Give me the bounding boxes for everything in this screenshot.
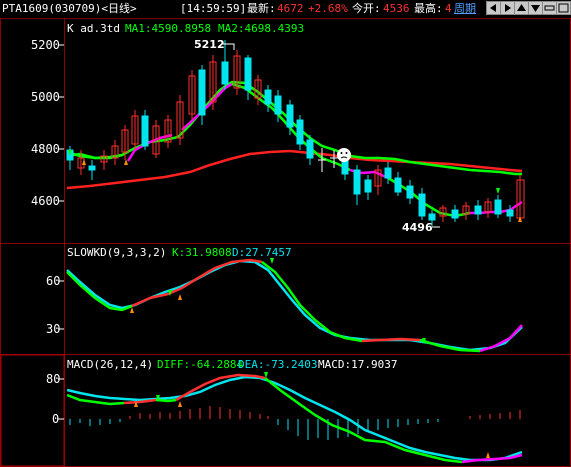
down-arrow-icon[interactable] — [528, 1, 543, 15]
kd-k-value: K:31.9808 — [172, 246, 232, 259]
left-arrow-icon[interactable] — [486, 1, 501, 15]
trough-price-label: 4496 — [402, 221, 433, 234]
time-label: [14:59:59] — [180, 2, 247, 15]
last-price-label: 最新: — [247, 2, 276, 15]
peak-price-label: 5212 — [194, 38, 225, 51]
y-tick-4600: 4600 — [31, 194, 60, 208]
open-label: 今开: — [352, 2, 381, 15]
symbol-label[interactable]: PTA1609(030709)<日线> — [2, 2, 137, 15]
y-tick-4800: 4800 — [31, 142, 60, 156]
right-arrow-icon[interactable] — [500, 1, 515, 15]
smiley-icon — [337, 148, 351, 162]
ma2-value: MA2:4698.4393 — [218, 22, 304, 35]
main-panel-title: K ad.3td — [67, 22, 120, 35]
annotation-leaders — [222, 43, 440, 228]
change-percent: +2.68% — [308, 2, 348, 15]
macd-diff-value: DIFF:-64.2884 — [157, 358, 243, 371]
y-tick-5000: 5000 — [31, 90, 60, 104]
high-label: 最高: — [414, 2, 443, 15]
macd-panel-title: MACD(26,12,4) — [67, 358, 153, 371]
period-button[interactable]: 周期 — [454, 2, 476, 15]
high-value: 4 — [445, 2, 452, 15]
ma1-value: MA1:4590.8958 — [125, 22, 211, 35]
macd-dea-value: DEA:-73.2403 — [238, 358, 317, 371]
macd-signal-arrows — [134, 372, 490, 458]
macd-lines — [66, 373, 523, 464]
open-value: 4536 — [383, 2, 410, 15]
kd-panel-title: SLOWKD(9,3,3,2) — [67, 246, 166, 259]
up-arrow-icon[interactable] — [514, 1, 529, 15]
zoom-out-icon[interactable] — [542, 1, 557, 15]
stock-chart[interactable]: 5200 5000 4800 4600 60 30 80 0 K ad.3td … — [0, 18, 571, 467]
macd-hist-value: MACD:17.9037 — [318, 358, 397, 371]
zoom-in-icon[interactable] — [556, 1, 571, 15]
kd-d-value: D:27.7457 — [232, 246, 292, 259]
macd-histogram — [69, 406, 521, 440]
kd-signal-arrows — [130, 258, 426, 344]
last-price-value: 4672 — [277, 2, 304, 15]
quote-bar: PTA1609(030709)<日线> [14:59:59] 最新: 4672 … — [0, 0, 571, 19]
y-tick-5200: 5200 — [31, 38, 60, 52]
kd-lines — [66, 258, 523, 353]
